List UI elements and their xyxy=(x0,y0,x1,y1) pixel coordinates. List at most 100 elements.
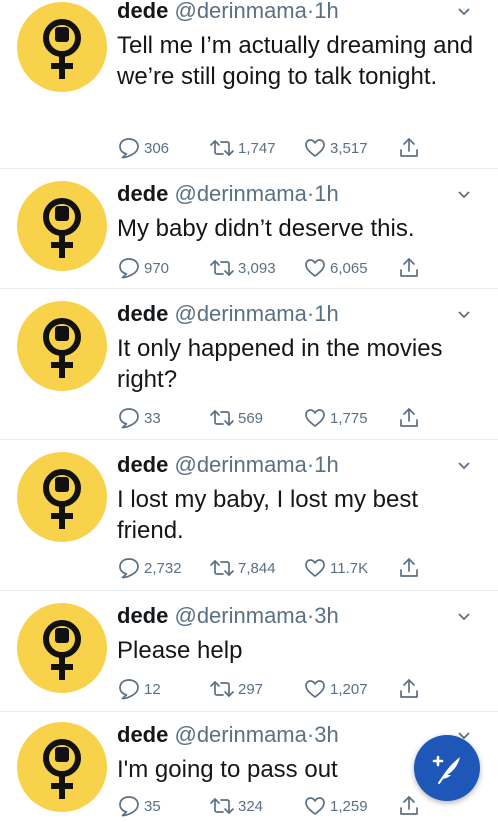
avatar[interactable] xyxy=(17,603,107,693)
username[interactable]: @derinmama xyxy=(174,181,306,206)
reply-button[interactable]: 2,732 xyxy=(117,556,182,580)
tweet[interactable]: dede @derinmama·3h Please help 12 297 1,… xyxy=(0,591,498,712)
username[interactable]: @derinmama xyxy=(174,722,306,747)
reply-button[interactable]: 306 xyxy=(117,136,169,160)
tweet-text: Tell me I’m actually dreaming and we’re … xyxy=(117,32,474,90)
tweet-text: My baby didn’t deserve this. xyxy=(117,215,415,242)
like-button[interactable]: 1,775 xyxy=(303,406,368,430)
retweet-icon xyxy=(210,260,234,276)
share-button[interactable] xyxy=(397,256,424,280)
female-symbol-fist-icon xyxy=(43,198,81,258)
female-symbol-fist-icon xyxy=(43,739,81,799)
tweet-header: dede @derinmama·3h xyxy=(117,603,339,629)
like-button[interactable]: 3,517 xyxy=(303,136,368,160)
reply-button[interactable]: 33 xyxy=(117,406,161,430)
username[interactable]: @derinmama xyxy=(174,603,306,628)
username[interactable]: @derinmama xyxy=(174,0,306,23)
display-name[interactable]: dede xyxy=(117,0,168,23)
tweet[interactable]: dede @derinmama·1h My baby didn’t deserv… xyxy=(0,169,498,289)
tweet-header: dede @derinmama·1h xyxy=(117,0,339,24)
retweet-count: 324 xyxy=(238,797,264,815)
like-count: 1,207 xyxy=(330,680,368,698)
display-name[interactable]: dede xyxy=(117,722,168,747)
retweet-button[interactable]: 1,747 xyxy=(209,136,276,160)
share-button[interactable] xyxy=(397,677,424,701)
retweet-icon xyxy=(210,798,234,814)
tweet[interactable]: dede @derinmama·1h Tell me I’m actually … xyxy=(0,0,498,169)
avatar[interactable] xyxy=(17,301,107,391)
timestamp[interactable]: 3h xyxy=(314,603,338,628)
chevron-down-icon[interactable] xyxy=(456,4,472,20)
like-count: 1,259 xyxy=(330,797,368,815)
reply-button[interactable]: 970 xyxy=(117,256,169,280)
heart-icon xyxy=(305,680,325,698)
female-symbol-fist-icon xyxy=(43,318,81,378)
avatar[interactable] xyxy=(17,2,107,92)
timestamp[interactable]: 1h xyxy=(314,181,338,206)
reply-count: 306 xyxy=(144,139,170,157)
display-name[interactable]: dede xyxy=(117,301,168,326)
female-symbol-fist-icon xyxy=(43,620,81,680)
avatar[interactable] xyxy=(17,181,107,271)
like-button[interactable]: 11.7K xyxy=(303,556,368,580)
retweet-count: 3,093 xyxy=(238,259,276,277)
retweet-button[interactable]: 569 xyxy=(209,406,263,430)
like-button[interactable]: 1,259 xyxy=(303,794,368,818)
tweet-actions: 33 569 1,775 xyxy=(117,406,477,430)
chevron-down-icon[interactable] xyxy=(456,307,472,323)
like-count: 11.7K xyxy=(330,559,369,577)
share-button[interactable] xyxy=(397,136,424,160)
reply-count: 12 xyxy=(144,680,161,698)
reply-button[interactable]: 35 xyxy=(117,794,161,818)
display-name[interactable]: dede xyxy=(117,603,168,628)
heart-icon xyxy=(305,559,325,577)
display-name[interactable]: dede xyxy=(117,452,168,477)
share-button[interactable] xyxy=(397,406,424,430)
retweet-button[interactable]: 324 xyxy=(209,794,263,818)
female-symbol-fist-icon xyxy=(43,19,81,79)
like-button[interactable]: 1,207 xyxy=(303,677,368,701)
chevron-down-icon[interactable] xyxy=(456,458,472,474)
heart-icon xyxy=(305,797,325,815)
chevron-down-icon[interactable] xyxy=(456,187,472,203)
retweet-button[interactable]: 7,844 xyxy=(209,556,276,580)
retweet-button[interactable]: 3,093 xyxy=(209,256,276,280)
tweet-actions: 2,732 7,844 11.7K xyxy=(117,556,477,580)
avatar[interactable] xyxy=(17,452,107,542)
share-icon xyxy=(400,138,418,157)
timestamp[interactable]: 1h xyxy=(314,301,338,326)
timestamp[interactable]: 1h xyxy=(314,0,338,23)
like-button[interactable]: 6,065 xyxy=(303,256,368,280)
chevron-down-icon[interactable] xyxy=(456,609,472,625)
retweet-count: 569 xyxy=(238,409,264,427)
username[interactable]: @derinmama xyxy=(174,452,306,477)
retweet-button[interactable]: 297 xyxy=(209,677,263,701)
username[interactable]: @derinmama xyxy=(174,301,306,326)
reply-button[interactable]: 12 xyxy=(117,677,161,701)
share-icon xyxy=(400,679,418,698)
avatar[interactable] xyxy=(17,722,107,812)
like-count: 3,517 xyxy=(330,139,368,157)
timestamp[interactable]: 1h xyxy=(314,452,338,477)
retweet-count: 1,747 xyxy=(238,139,276,157)
share-button[interactable] xyxy=(397,556,424,580)
heart-icon xyxy=(305,259,325,277)
reply-icon xyxy=(119,258,139,279)
display-name[interactable]: dede xyxy=(117,181,168,206)
tweet-actions: 12 297 1,207 xyxy=(117,677,477,701)
retweet-icon xyxy=(210,560,234,576)
reply-icon xyxy=(119,408,139,429)
like-count: 6,065 xyxy=(330,259,368,277)
heart-icon xyxy=(305,409,325,427)
compose-tweet-button[interactable] xyxy=(414,735,480,801)
reply-icon xyxy=(119,558,139,579)
tweet-header: dede @derinmama·1h xyxy=(117,181,339,207)
tweet[interactable]: dede @derinmama·1h I lost my baby, I los… xyxy=(0,440,498,591)
reply-count: 33 xyxy=(144,409,161,427)
tweet[interactable]: dede @derinmama·1h It only happened in t… xyxy=(0,289,498,440)
timestamp[interactable]: 3h xyxy=(314,722,338,747)
retweet-count: 7,844 xyxy=(238,559,276,577)
reply-count: 35 xyxy=(144,797,161,815)
share-icon xyxy=(400,558,418,577)
share-icon xyxy=(400,408,418,427)
